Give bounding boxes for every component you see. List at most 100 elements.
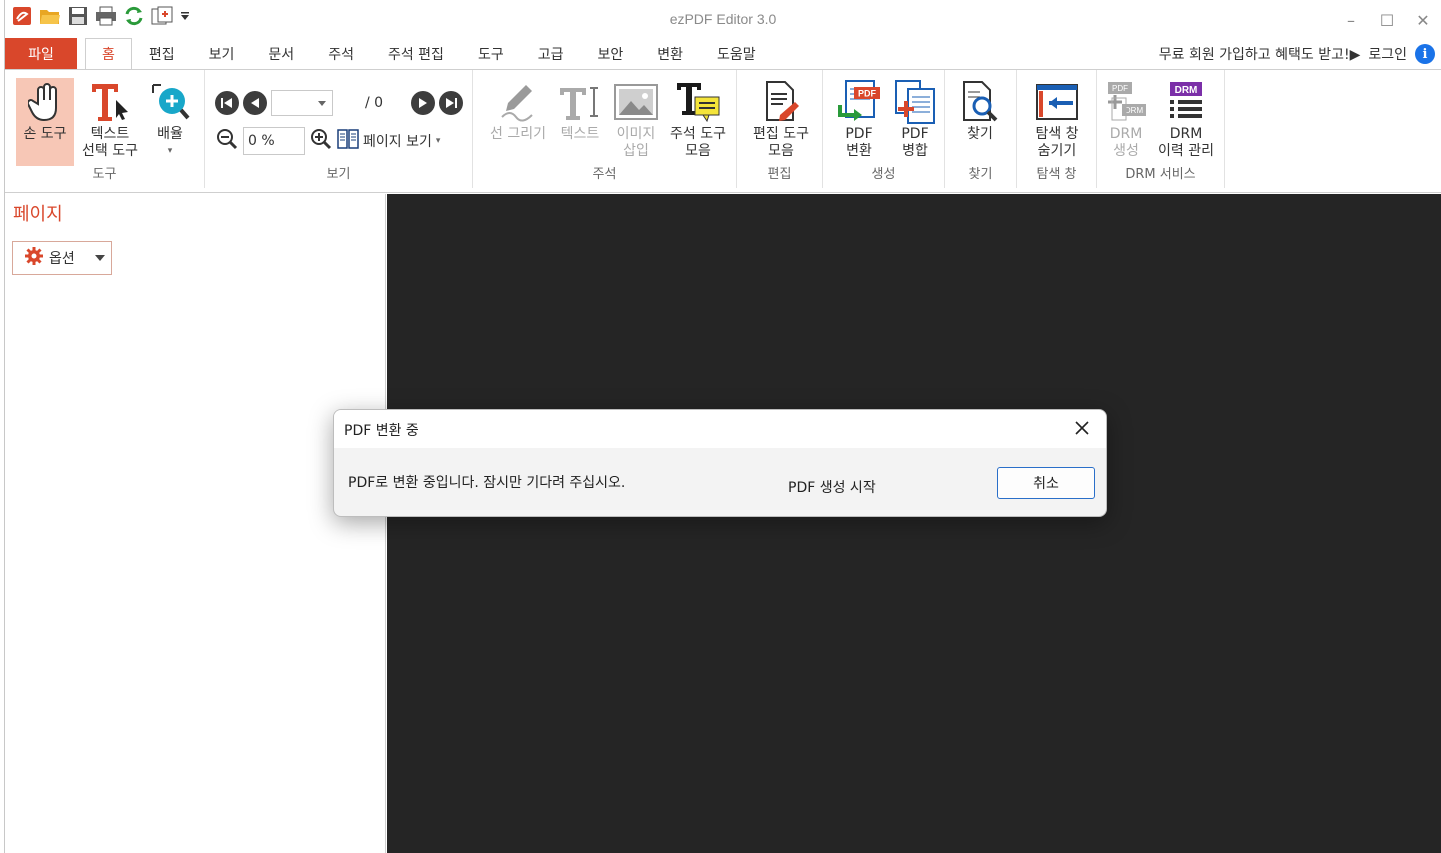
group-tools: 손 도구 텍스트 선택 도구 배율 ▾ 도구 xyxy=(5,70,205,188)
minimize-button[interactable]: – xyxy=(1333,6,1369,34)
text-select-icon xyxy=(87,78,133,126)
group-create-label: 생성 xyxy=(871,167,896,182)
find-button[interactable]: 찾기 xyxy=(957,78,1003,143)
group-find-label: 찾기 xyxy=(968,167,993,182)
page-view-button[interactable]: 페이지 보기 xyxy=(363,131,432,151)
insert-image-button[interactable]: 이미지 삽입 xyxy=(609,78,663,160)
drm-create-drm-badge: DRM xyxy=(1125,106,1144,115)
tab-tools[interactable]: 도구 xyxy=(461,38,521,70)
page-view-icon[interactable] xyxy=(337,128,359,154)
hide-nav-pane-label-line1: 탐색 창 xyxy=(1035,126,1079,142)
annotation-tools-icon xyxy=(675,78,721,126)
tab-file[interactable]: 파일 xyxy=(5,38,77,70)
merge-pdf-icon xyxy=(892,78,938,126)
draw-line-label: 선 그리기 xyxy=(490,126,546,142)
insert-image-label-line1: 이미지 xyxy=(616,126,656,142)
zoom-in-small-icon[interactable] xyxy=(309,127,333,155)
drm-history-button[interactable]: DRM DRM 이력 관리 xyxy=(1151,78,1221,160)
first-page-icon[interactable] xyxy=(215,91,239,115)
zoom-button[interactable]: 배율 ▾ xyxy=(147,78,193,160)
dialog-close-icon[interactable] xyxy=(1072,418,1092,438)
tab-security[interactable]: 보안 xyxy=(580,38,640,70)
zoom-dropdown-icon: ▾ xyxy=(167,146,173,156)
login-link[interactable]: 로그인 xyxy=(1368,44,1407,64)
group-annotation-label: 주석 xyxy=(592,167,617,182)
tab-annotation-edit[interactable]: 주석 편집 xyxy=(371,38,461,70)
ribbon-tabs: 파일 홈 편집 보기 문서 주석 주석 편집 도구 고급 보안 변환 도움말 무… xyxy=(5,38,1441,70)
svg-text:PDF: PDF xyxy=(858,89,877,99)
text-select-label-line2: 선택 도구 xyxy=(82,143,138,159)
drm-create-button[interactable]: PDF DRM DRM 생성 xyxy=(1103,78,1149,160)
zoom-out-icon[interactable] xyxy=(215,127,239,155)
drm-create-label-line2: 생성 xyxy=(1113,143,1139,159)
tab-edit[interactable]: 편집 xyxy=(132,38,192,70)
convert-pdf-label-line2: 변환 xyxy=(846,143,872,159)
tab-home[interactable]: 홈 xyxy=(85,38,132,70)
group-view-label: 보기 xyxy=(326,167,351,182)
info-icon[interactable]: i xyxy=(1415,44,1435,64)
page-number-input[interactable] xyxy=(271,90,333,116)
group-nav-pane-label: 탐색 창 xyxy=(1036,167,1077,182)
group-edit: 편집 도구 모음 편집 xyxy=(737,70,823,188)
cancel-button[interactable]: 취소 xyxy=(997,467,1095,499)
document-viewer[interactable] xyxy=(387,194,1441,853)
edit-document-icon xyxy=(758,78,804,126)
draw-line-button[interactable]: 선 그리기 xyxy=(483,78,553,143)
annotation-tools-label-line1: 주석 도구 xyxy=(670,126,726,142)
text-select-label-line1: 텍스트 xyxy=(90,126,130,142)
tab-help[interactable]: 도움말 xyxy=(700,38,773,70)
tab-document[interactable]: 문서 xyxy=(251,38,311,70)
text-select-tool-button[interactable]: 텍스트 선택 도구 xyxy=(75,78,145,160)
text-annotation-label: 텍스트 xyxy=(560,126,600,142)
drm-history-label-line2: 이력 관리 xyxy=(1158,143,1214,159)
last-page-icon[interactable] xyxy=(439,91,464,115)
group-nav-pane: 탐색 창 숨기기 탐색 창 xyxy=(1017,70,1097,188)
group-edit-label: 편집 xyxy=(767,167,792,182)
text-annotation-button[interactable]: 텍스트 xyxy=(557,78,603,143)
text-cursor-icon xyxy=(557,78,603,126)
options-label: 옵션 xyxy=(49,251,75,267)
page-total: / 0 xyxy=(365,95,384,111)
group-annotation: 선 그리기 텍스트 이미지 삽입 주석 도구 모음 주석 xyxy=(473,70,737,188)
gear-icon xyxy=(25,247,43,269)
zoom-row: 0 % 페이지 보기 ▾ xyxy=(215,127,440,155)
drm-create-label-line1: DRM xyxy=(1109,126,1143,142)
promo-link[interactable]: 무료 회원 가입하고 혜택도 받고!▶ xyxy=(1159,44,1361,64)
annotation-tools-button[interactable]: 주석 도구 모음 xyxy=(665,78,731,160)
drm-history-label-line1: DRM xyxy=(1169,126,1203,142)
tab-advanced[interactable]: 고급 xyxy=(521,38,581,70)
edit-tools-button[interactable]: 편집 도구 모음 xyxy=(747,78,815,160)
tab-annotation[interactable]: 주석 xyxy=(311,38,371,70)
convert-pdf-button[interactable]: PDF PDF 변환 xyxy=(833,78,885,160)
insert-image-label-line2: 삽입 xyxy=(623,143,649,159)
group-drm-label: DRM 서비스 xyxy=(1125,167,1196,182)
conversion-dialog: PDF 변환 중 PDF로 변환 중입니다. 잠시만 기다려 주십시오. PDF… xyxy=(333,409,1107,517)
drm-create-pdf-badge: PDF xyxy=(1112,84,1128,93)
maximize-button[interactable]: ☐ xyxy=(1369,6,1405,34)
annotation-tools-label-line2: 모음 xyxy=(685,143,711,159)
window-title: ezPDF Editor 3.0 xyxy=(669,11,777,27)
tab-convert[interactable]: 변환 xyxy=(640,38,700,70)
pen-icon xyxy=(495,78,541,126)
merge-pdf-label-line2: 병합 xyxy=(902,143,928,159)
previous-page-icon[interactable] xyxy=(243,91,267,115)
hide-nav-pane-button[interactable]: 탐색 창 숨기기 xyxy=(1025,78,1089,160)
convert-pdf-icon: PDF xyxy=(836,78,882,126)
zoom-level-input[interactable]: 0 % xyxy=(243,127,305,155)
group-tools-label: 도구 xyxy=(92,167,117,182)
hand-tool-button[interactable]: 손 도구 xyxy=(16,78,74,166)
hand-icon xyxy=(22,78,68,126)
drm-history-badge: DRM xyxy=(1175,85,1198,96)
options-button[interactable]: 옵션 xyxy=(12,241,112,275)
close-button[interactable]: ✕ xyxy=(1405,6,1441,34)
ribbon: 손 도구 텍스트 선택 도구 배율 ▾ 도구 / 0 0 % 페이지 보기 ▾ … xyxy=(5,69,1441,193)
hide-pane-icon xyxy=(1034,78,1080,126)
next-page-icon[interactable] xyxy=(411,91,436,115)
window-controls: – ☐ ✕ xyxy=(1333,6,1441,34)
hand-tool-label: 손 도구 xyxy=(23,126,67,142)
drm-history-icon: DRM xyxy=(1163,78,1209,126)
merge-pdf-button[interactable]: PDF 병합 xyxy=(889,78,941,160)
title-bar: ezPDF Editor 3.0 – ☐ ✕ xyxy=(5,0,1441,38)
group-create: PDF PDF 변환 PDF 병합 생성 xyxy=(823,70,945,188)
tab-view[interactable]: 보기 xyxy=(192,38,252,70)
